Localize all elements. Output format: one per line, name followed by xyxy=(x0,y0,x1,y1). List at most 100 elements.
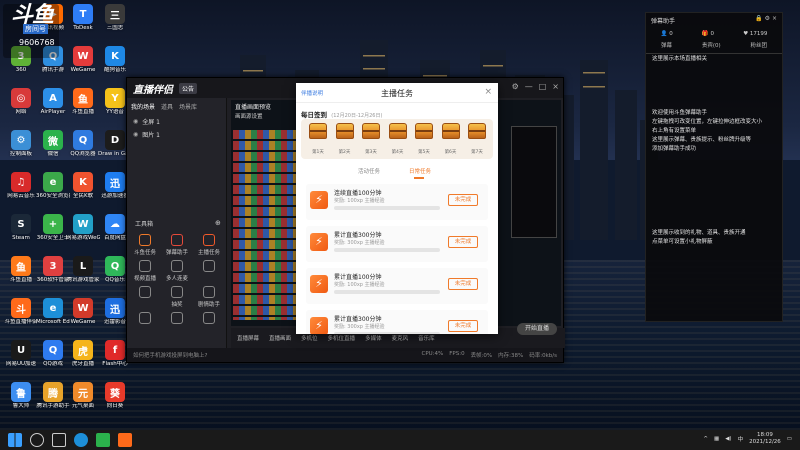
toolbox-item[interactable]: 剧情助手 xyxy=(195,286,223,308)
tab-daily-tasks[interactable]: 日常任务 xyxy=(409,167,431,175)
tab-vip[interactable]: 贵宾(0) xyxy=(702,41,721,49)
close-icon[interactable]: × xyxy=(484,87,492,97)
source-toolbar-item[interactable]: 音乐库 xyxy=(418,334,435,342)
toolbox-item[interactable]: 弹幕助手 xyxy=(163,234,191,256)
windows-start-icon[interactable] xyxy=(8,433,22,447)
task-status-button[interactable]: 未完成 xyxy=(448,320,478,332)
minimize-icon[interactable]: — xyxy=(525,82,533,91)
desktop-icon[interactable]: ♫ 网易云音乐 xyxy=(4,172,38,200)
checkin-day[interactable]: 第5天 xyxy=(413,123,435,155)
toolbox-item[interactable] xyxy=(195,312,223,326)
wechat-icon[interactable] xyxy=(96,433,110,447)
toolbox-item[interactable] xyxy=(131,286,159,300)
tab-fans[interactable]: 粉丝团 xyxy=(751,41,768,49)
desktop-icon[interactable]: K 酷狗音乐 xyxy=(98,46,132,74)
desktop-icon[interactable]: ⚙ 控制面板 xyxy=(4,130,38,158)
checkin-day[interactable]: 第7天 xyxy=(466,123,488,155)
tab-activity-tasks[interactable]: 活动任务 xyxy=(358,167,380,175)
desktop-icon[interactable]: 三三国志 xyxy=(98,4,132,32)
tab-danmu[interactable]: 弹幕 xyxy=(661,41,672,49)
toolbox-add-icon[interactable]: ⊕ xyxy=(215,219,221,227)
desktop-icon[interactable]: eMicrosoft Edge xyxy=(36,298,70,326)
toolbox-item[interactable]: 多人连麦 xyxy=(163,260,191,282)
toolbox-item[interactable] xyxy=(195,260,223,274)
checkin-day[interactable]: 第3天 xyxy=(360,123,382,155)
settings-icon[interactable]: ⚙ xyxy=(765,15,770,22)
room-number-overlay: 斗鱼 房间号 9606768 xyxy=(3,4,59,58)
desktop-icon[interactable]: 3 360软件管家 xyxy=(36,256,70,284)
source-toolbar-item[interactable]: 麦克风 xyxy=(392,334,409,342)
desktop-icon[interactable]: 葵向日葵 xyxy=(98,382,132,410)
notification-icon[interactable]: ▭ xyxy=(787,436,792,442)
task-view-icon[interactable] xyxy=(52,433,66,447)
volume-icon[interactable]: ◀) xyxy=(725,436,731,442)
task-status-button[interactable]: 未完成 xyxy=(448,194,478,206)
desktop-icon[interactable]: U 网易UU加速 xyxy=(4,340,38,368)
desktop-icon[interactable]: 元元气桌面 xyxy=(66,382,100,410)
toolbox-item[interactable]: 主播任务 xyxy=(195,234,223,256)
desktop-icon[interactable]: 鱼斗鱼直播 xyxy=(66,88,100,116)
task-reward: 奖励: 300xp 主播经验 xyxy=(334,324,385,330)
desktop-icon[interactable]: L 腾讯游戏管家 xyxy=(66,256,100,284)
toolbox-item[interactable] xyxy=(163,312,191,326)
desktop-icon[interactable]: +360安全卫士 xyxy=(36,214,70,242)
start-live-button[interactable]: 开始直播 xyxy=(517,323,557,335)
clock[interactable]: 18:09 2021/12/26 xyxy=(749,432,781,446)
source-toolbar-item[interactable]: 直播画面 xyxy=(269,334,291,342)
edge-icon[interactable] xyxy=(74,433,88,447)
lock-icon[interactable]: 🔒 xyxy=(755,15,762,22)
desktop-icon[interactable]: Q QQ浏览器 xyxy=(66,130,100,158)
input-method[interactable]: 中 xyxy=(738,435,744,443)
toolbox-item[interactable]: 视频直播 xyxy=(131,260,159,282)
source-toolbar-item[interactable]: 多机位 xyxy=(301,334,318,342)
desktop-icon[interactable]: W网易游戏WeGame xyxy=(66,214,100,242)
source-toolbar-item[interactable]: 多媒体 xyxy=(365,334,382,342)
close-icon[interactable]: × xyxy=(552,82,559,91)
task-status-button[interactable]: 未完成 xyxy=(448,278,478,290)
toolbox-item[interactable] xyxy=(131,312,159,326)
desktop-icon-label: 全民K歌 xyxy=(72,193,94,199)
tray-up-icon[interactable]: ^ xyxy=(703,436,708,442)
desktop-icons: ▶ 腾讯视频 T ToDesk 三三国志 3 360 Q 腾讯手游 W WeGame K 酷狗音乐 ◎ 网络… xyxy=(0,0,132,430)
desktop-icon[interactable]: 斗斗鱼直播伴侣 xyxy=(4,298,38,326)
toolbox-item[interactable]: 抽奖 xyxy=(163,286,191,308)
desktop-icon[interactable]: W WeGame xyxy=(66,46,100,74)
desktop-icon[interactable]: 鲁鲁大师 xyxy=(4,382,38,410)
source-toolbar-item[interactable]: 多机位直播 xyxy=(328,334,356,342)
lightning-icon: ⚡ xyxy=(310,317,328,334)
checkin-day[interactable]: 第4天 xyxy=(387,123,409,155)
desktop-icon[interactable]: 虎虎牙直播 xyxy=(66,340,100,368)
toolbox-item[interactable]: 斗鱼任务 xyxy=(131,234,159,256)
desktop-icon[interactable]: 鱼斗鱼直播 xyxy=(4,256,38,284)
desktop-icon[interactable]: K 全民K歌 xyxy=(66,172,100,200)
desktop-icon[interactable]: e360安全浏览器 xyxy=(36,172,70,200)
desktop-icon[interactable]: S Steam xyxy=(4,214,38,242)
source-toolbar-item[interactable]: 直播屏幕 xyxy=(237,334,259,342)
help-link[interactable]: 如何把手机游戏投屏到电脑上? xyxy=(133,351,207,359)
announcement-badge[interactable]: 公告 xyxy=(179,82,198,94)
desktop-icon[interactable]: W WeGame xyxy=(66,298,100,326)
desktop-icon[interactable]: 腾腾讯手游助手 xyxy=(36,382,70,410)
scene-item[interactable]: ◉ 图片 1 xyxy=(127,128,226,141)
network-icon[interactable]: ▦ xyxy=(714,436,719,442)
maximize-icon[interactable]: □ xyxy=(539,82,547,91)
settings-icon[interactable]: ⚙ xyxy=(512,82,519,91)
task-status-button[interactable]: 未完成 xyxy=(448,236,478,248)
checkin-day[interactable]: 第2天 xyxy=(334,123,356,155)
desktop-icon[interactable]: A AirPlayer xyxy=(36,88,70,116)
desktop-icon[interactable]: 微微信 xyxy=(36,130,70,158)
desktop-icon[interactable]: T ToDesk xyxy=(66,4,100,32)
close-icon[interactable]: × xyxy=(772,15,777,22)
checkin-day[interactable]: 第6天 xyxy=(440,123,462,155)
tab-scene-library[interactable]: 场景库 xyxy=(179,102,197,111)
eye-icon[interactable]: ◉ xyxy=(133,131,138,138)
scene-item[interactable]: ◉ 全屏 1 xyxy=(127,115,226,128)
desktop-icon[interactable]: Q QQ游戏 xyxy=(36,340,70,368)
tab-props[interactable]: 道具 xyxy=(161,102,173,111)
eye-icon[interactable]: ◉ xyxy=(133,118,138,125)
search-icon[interactable] xyxy=(30,433,44,447)
desktop-icon[interactable]: ◎ 网络 xyxy=(4,88,38,116)
douyu-companion-icon[interactable] xyxy=(118,433,132,447)
tab-my-scenes[interactable]: 我的场景 xyxy=(131,102,155,111)
checkin-day[interactable]: 第1天 xyxy=(307,123,329,155)
